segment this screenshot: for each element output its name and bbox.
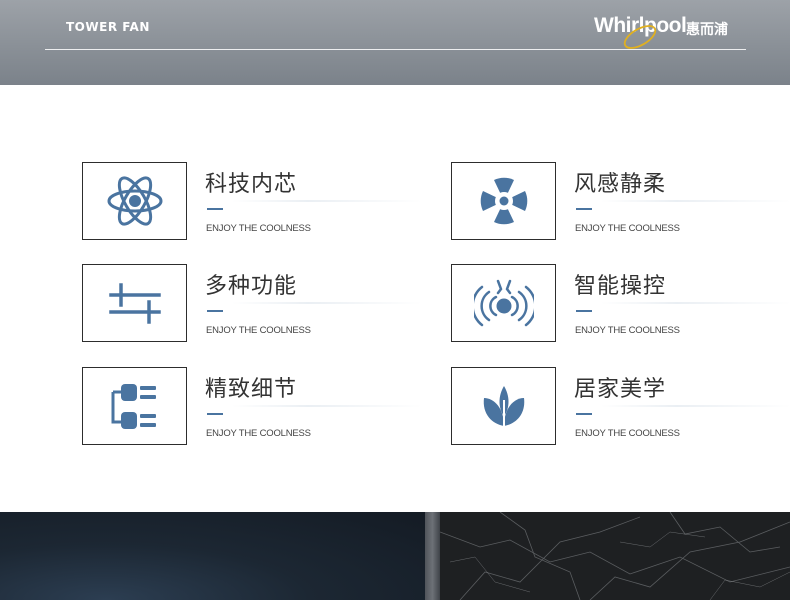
feature-title: 精致细节	[205, 377, 298, 402]
feature-item: 风感静柔 ENJOY THE COOLNESS	[451, 162, 790, 242]
header-title: TOWER FAN	[66, 20, 150, 34]
header-banner: TOWER FAN Whirlpool 惠而浦	[0, 0, 790, 85]
feature-icon-box	[82, 264, 187, 342]
feature-subtitle: ENJOY THE COOLNESS	[575, 428, 680, 439]
marble-texture-image	[440, 512, 790, 600]
marble-edge-image	[425, 512, 440, 600]
signal-icon	[473, 279, 534, 327]
feature-title: 风感静柔	[574, 172, 667, 197]
feature-title: 多种功能	[205, 274, 298, 299]
logo-chinese-name: 惠而浦	[686, 22, 728, 38]
feature-title: 科技内芯	[205, 172, 298, 197]
feature-subtitle: ENJOY THE COOLNESS	[575, 325, 680, 336]
dark-room-image	[0, 512, 425, 600]
feature-item: 科技内芯 ENJOY THE COOLNESS	[82, 162, 422, 242]
fan-icon	[480, 177, 527, 225]
feature-icon-box	[82, 162, 187, 240]
tree-structure-icon	[111, 384, 156, 429]
logo-swoosh-icon	[623, 25, 657, 49]
feature-icon-box	[82, 367, 187, 445]
feature-subtitle: ENJOY THE COOLNESS	[206, 325, 311, 336]
feature-title: 智能操控	[574, 274, 667, 299]
atom-icon	[107, 176, 162, 226]
feature-subtitle: ENJOY THE COOLNESS	[206, 223, 311, 234]
feature-item: 多种功能 ENJOY THE COOLNESS	[82, 264, 422, 344]
feature-item: 精致细节 ENJOY THE COOLNESS	[82, 367, 422, 447]
feature-title: 居家美学	[574, 377, 667, 402]
feature-item: 居家美学 ENJOY THE COOLNESS	[451, 367, 790, 447]
feature-subtitle: ENJOY THE COOLNESS	[206, 428, 311, 439]
leaf-icon	[483, 386, 524, 428]
sliders-icon	[108, 283, 161, 324]
feature-subtitle: ENJOY THE COOLNESS	[575, 223, 680, 234]
whirlpool-logo: Whirlpool 惠而浦	[594, 14, 744, 49]
marble-veins	[440, 512, 790, 600]
feature-icon-box	[451, 162, 556, 240]
feature-icon-box	[451, 367, 556, 445]
feature-icon-box	[451, 264, 556, 342]
feature-item: 智能操控 ENJOY THE COOLNESS	[451, 264, 790, 344]
